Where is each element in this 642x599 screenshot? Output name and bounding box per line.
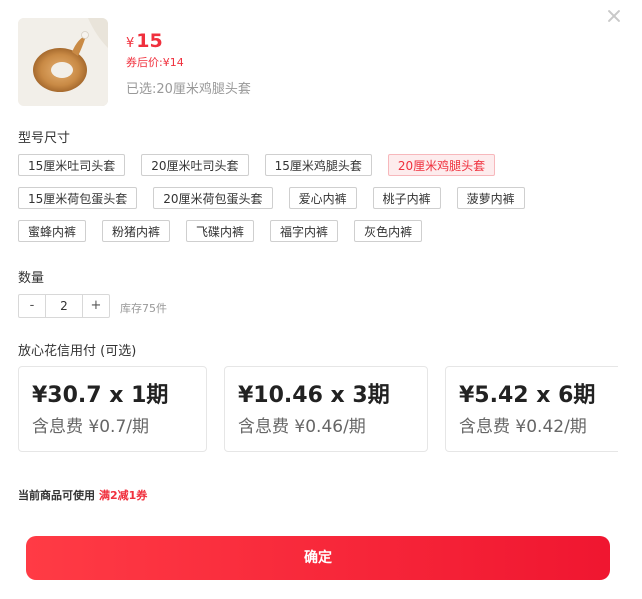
installment-fee: 含息费 ¥0.7/期 — [32, 417, 149, 437]
spec-chip[interactable]: 15厘米吐司头套 — [18, 154, 126, 176]
quantity-plus-button[interactable]: + — [83, 295, 109, 317]
spec-chip[interactable]: 桃子内裤 — [372, 187, 441, 209]
installment-options[interactable]: ¥30.7 x 1期 含息费 ¥0.7/期 ¥10.46 x 3期 含息费 ¥0… — [18, 366, 618, 454]
installment-amount: ¥5.42 x 6期 — [459, 383, 596, 408]
spec-chip[interactable]: 福字内裤 — [270, 220, 339, 242]
price: ¥ 15 — [126, 30, 163, 52]
installment-option-1[interactable]: ¥30.7 x 1期 含息费 ¥0.7/期 — [18, 366, 207, 452]
coupon-note-text: 当前商品可使用 — [18, 489, 95, 502]
spec-chip[interactable]: 灰色内裤 — [354, 220, 423, 242]
installment-fee: 含息费 ¥0.46/期 — [238, 417, 366, 437]
quantity-minus-button[interactable]: - — [19, 295, 45, 317]
product-image — [18, 18, 108, 106]
installment-amount: ¥30.7 x 1期 — [32, 383, 169, 408]
coupon-highlight[interactable]: 满2减1券 — [99, 489, 147, 502]
spec-chip[interactable]: 20厘米吐司头套 — [141, 154, 249, 176]
installment-track: ¥30.7 x 1期 含息费 ¥0.7/期 ¥10.46 x 3期 含息费 ¥0… — [18, 366, 618, 452]
price-value: 15 — [136, 30, 163, 52]
close-icon[interactable] — [606, 8, 622, 24]
quantity-stepper: - + — [18, 294, 110, 318]
spec-row: 15厘米吐司头套 20厘米吐司头套 15厘米鸡腿头套 20厘米鸡腿头套 — [18, 154, 628, 176]
installment-fee: 含息费 ¥0.42/期 — [459, 417, 587, 437]
spec-chip[interactable]: 菠萝内裤 — [456, 187, 525, 209]
installment-amount: ¥10.46 x 3期 — [238, 383, 390, 408]
confirm-button[interactable]: 确定 — [26, 536, 610, 580]
price-symbol: ¥ — [126, 36, 135, 51]
spec-chip[interactable]: 蜜蜂内裤 — [18, 220, 87, 242]
spec-chip[interactable]: 爱心内裤 — [288, 187, 357, 209]
credit-title: 放心花信用付 (可选) — [18, 344, 137, 359]
coupon-price: 券后价:¥14 — [126, 56, 184, 69]
coupon-note: 当前商品可使用 满2减1券 — [18, 487, 147, 503]
spec-options: 15厘米吐司头套 20厘米吐司头套 15厘米鸡腿头套 20厘米鸡腿头套 15厘米… — [18, 154, 628, 253]
selected-spec-text: 已选:20厘米鸡腿头套 — [126, 82, 251, 97]
spec-chip[interactable]: 粉猪内裤 — [102, 220, 171, 242]
sku-selector-sheet: ¥ 15 券后价:¥14 已选:20厘米鸡腿头套 型号尺寸 15厘米吐司头套 2… — [0, 0, 642, 599]
spec-title: 型号尺寸 — [18, 131, 71, 146]
spec-chip[interactable]: 15厘米鸡腿头套 — [264, 154, 372, 176]
spec-row: 15厘米荷包蛋头套 20厘米荷包蛋头套 爱心内裤 桃子内裤 菠萝内裤 — [18, 187, 628, 209]
stock-text: 库存75件 — [120, 302, 167, 315]
installment-option-6[interactable]: ¥5.42 x 6期 含息费 ¥0.42/期 — [445, 366, 618, 452]
spec-chip-selected[interactable]: 20厘米鸡腿头套 — [387, 154, 496, 176]
spec-chip[interactable]: 20厘米荷包蛋头套 — [153, 187, 273, 209]
quantity-input[interactable] — [45, 295, 83, 317]
spec-chip[interactable]: 飞碟内裤 — [186, 220, 255, 242]
spec-row: 蜜蜂内裤 粉猪内裤 飞碟内裤 福字内裤 灰色内裤 — [18, 220, 628, 242]
spec-chip[interactable]: 15厘米荷包蛋头套 — [18, 187, 138, 209]
installment-option-3[interactable]: ¥10.46 x 3期 含息费 ¥0.46/期 — [224, 366, 428, 452]
quantity-title: 数量 — [18, 271, 45, 286]
